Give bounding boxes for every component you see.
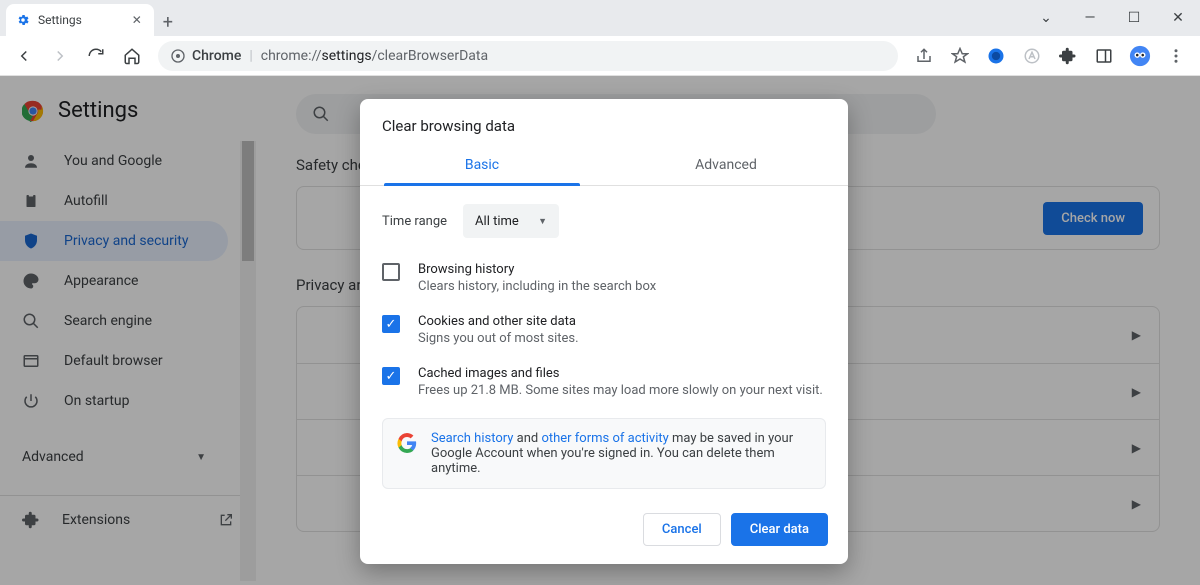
option-browsing-history[interactable]: Browsing history Clears history, includin… xyxy=(382,252,826,304)
close-window-icon[interactable]: ✕ xyxy=(1156,0,1200,36)
extension-circle-icon[interactable] xyxy=(980,40,1012,72)
google-account-note: Search history and other forms of activi… xyxy=(382,418,826,489)
time-range-dropdown[interactable]: All time xyxy=(463,204,559,238)
gear-icon xyxy=(16,13,30,27)
extensions-icon[interactable] xyxy=(1052,40,1084,72)
bookmark-icon[interactable] xyxy=(944,40,976,72)
tab-title: Settings xyxy=(38,13,82,27)
search-history-link[interactable]: Search history xyxy=(431,431,513,446)
other-activity-link[interactable]: other forms of activity xyxy=(541,431,668,446)
reload-button[interactable] xyxy=(80,40,112,72)
note-text: Search history and other forms of activi… xyxy=(431,431,811,476)
clear-browsing-data-dialog: Clear browsing data Basic Advanced Time … xyxy=(360,99,848,564)
chevron-down-icon[interactable]: ⌄ xyxy=(1024,0,1068,36)
dialog-title: Clear browsing data xyxy=(360,99,848,145)
forward-button[interactable] xyxy=(44,40,76,72)
share-icon[interactable] xyxy=(908,40,940,72)
google-logo-icon xyxy=(397,433,417,453)
title-bar: Settings ✕ + ⌄ — ☐ ✕ xyxy=(0,0,1200,36)
browser-toolbar: Chrome | chrome://settings/clearBrowserD… xyxy=(0,36,1200,76)
time-range-row: Time range All time xyxy=(382,194,826,252)
tab-basic[interactable]: Basic xyxy=(360,145,604,185)
maximize-icon[interactable]: ☐ xyxy=(1112,0,1156,36)
sidepanel-icon[interactable] xyxy=(1088,40,1120,72)
time-range-label: Time range xyxy=(382,214,447,229)
checkbox-unchecked[interactable] xyxy=(382,263,400,281)
new-tab-button[interactable]: + xyxy=(154,8,182,36)
close-tab-icon[interactable]: ✕ xyxy=(130,13,144,27)
home-button[interactable] xyxy=(116,40,148,72)
option-title: Cookies and other site data xyxy=(418,314,579,329)
tab-advanced[interactable]: Advanced xyxy=(604,145,848,185)
menu-icon[interactable] xyxy=(1160,40,1192,72)
option-title: Browsing history xyxy=(418,262,656,277)
url-text: chrome://settings/clearBrowserData xyxy=(261,48,488,64)
browser-tab[interactable]: Settings ✕ xyxy=(6,4,154,36)
extension-a-icon[interactable] xyxy=(1016,40,1048,72)
minimize-icon[interactable]: — xyxy=(1068,0,1112,36)
address-bar[interactable]: Chrome | chrome://settings/clearBrowserD… xyxy=(158,41,898,71)
profile-avatar-icon[interactable] xyxy=(1124,40,1156,72)
option-cookies[interactable]: ✓ Cookies and other site data Signs you o… xyxy=(382,304,826,356)
clear-data-button[interactable]: Clear data xyxy=(731,513,828,546)
site-chip: Chrome xyxy=(170,48,241,64)
option-desc: Clears history, including in the search … xyxy=(418,279,656,294)
window-controls: ⌄ — ☐ ✕ xyxy=(1024,0,1200,36)
checkbox-checked[interactable]: ✓ xyxy=(382,315,400,333)
time-range-select[interactable]: All time xyxy=(463,204,559,238)
option-desc: Signs you out of most sites. xyxy=(418,331,579,346)
option-desc: Frees up 21.8 MB. Some sites may load mo… xyxy=(418,383,823,398)
cancel-button[interactable]: Cancel xyxy=(643,513,721,546)
option-cached[interactable]: ✓ Cached images and files Frees up 21.8 M… xyxy=(382,356,826,408)
dialog-tabs: Basic Advanced xyxy=(360,145,848,186)
option-title: Cached images and files xyxy=(418,366,823,381)
checkbox-checked[interactable]: ✓ xyxy=(382,367,400,385)
chip-separator: | xyxy=(249,48,252,64)
back-button[interactable] xyxy=(8,40,40,72)
